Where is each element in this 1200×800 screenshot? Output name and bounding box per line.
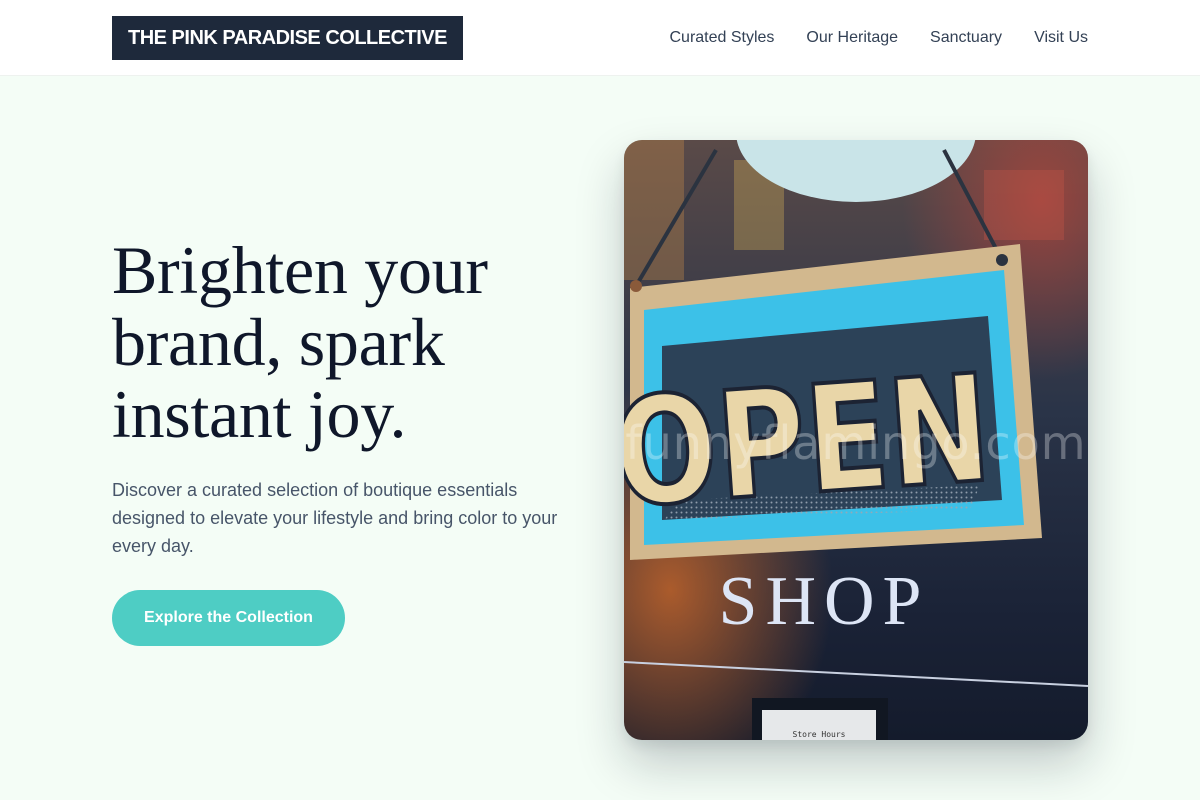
explore-collection-button[interactable]: Explore the Collection <box>112 590 345 646</box>
hero-section: Brighten your brand, spark instant joy. … <box>112 234 582 560</box>
store-hours-text: Store Hours <box>793 730 846 739</box>
hero-image: OPEN SHOP Store Hours funnyflamingo.com <box>624 140 1088 740</box>
open-sign: OPEN <box>624 244 1042 560</box>
nav-link-visit-us[interactable]: Visit Us <box>1034 29 1088 47</box>
site-header: THE PINK PARADISE COLLECTIVE Curated Sty… <box>0 0 1200 76</box>
main-nav: Curated Styles Our Heritage Sanctuary Vi… <box>669 0 1088 76</box>
nav-link-our-heritage[interactable]: Our Heritage <box>806 29 898 47</box>
nav-link-sanctuary[interactable]: Sanctuary <box>930 29 1002 47</box>
brand-logo[interactable]: THE PINK PARADISE COLLECTIVE <box>112 16 463 60</box>
watermark: funnyflamingo.com <box>625 416 1087 470</box>
store-hours-card: Store Hours <box>752 698 888 740</box>
shop-window-text: SHOP <box>719 563 930 640</box>
hero-subtitle: Discover a curated selection of boutique… <box>112 480 558 556</box>
nav-link-curated-styles[interactable]: Curated Styles <box>669 29 774 47</box>
hero-title: Brighten your brand, spark instant joy. <box>112 232 488 452</box>
